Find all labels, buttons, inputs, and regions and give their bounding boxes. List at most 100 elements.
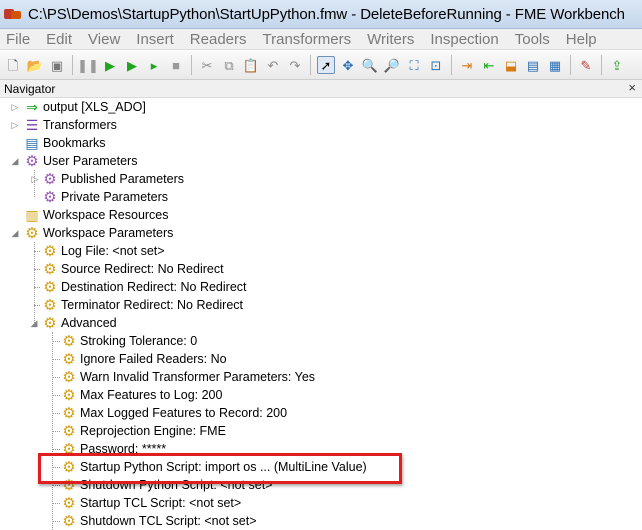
menu-writers[interactable]: Writers [359, 31, 422, 48]
tree-item-terminator-redirect[interactable]: ⚙ Terminator Redirect: No Redirect [42, 296, 243, 314]
undo-icon[interactable]: ↶ [264, 56, 282, 74]
tree-item-transformers[interactable]: ☰ Transformers [24, 116, 117, 134]
menu-view[interactable]: View [80, 31, 128, 48]
tree-item-label: Workspace Parameters [43, 226, 174, 240]
tree-item-label: Transformers [43, 118, 117, 132]
tree-item-advanced[interactable]: ⚙ Advanced [42, 314, 117, 332]
menu-tools[interactable]: Tools [507, 31, 558, 48]
gear-icon: ⚙ [43, 296, 57, 314]
menu-file[interactable]: File [0, 31, 38, 48]
stop-icon[interactable]: ■ [167, 56, 185, 74]
tree-item-label: Bookmarks [43, 136, 106, 150]
tree-item-user-parameters[interactable]: ⚙ User Parameters [24, 152, 137, 170]
tree-item-label: Ignore Failed Readers: No [80, 352, 227, 366]
menu-readers[interactable]: Readers [182, 31, 255, 48]
fme-app-icon[interactable] [4, 7, 22, 21]
tree-item-stroking-tolerance[interactable]: ⚙ Stroking Tolerance: 0 [61, 332, 197, 350]
save-icon[interactable]: ▣ [48, 56, 66, 74]
tree-item-reprojection-engine[interactable]: ⚙ Reprojection Engine: FME [61, 422, 226, 440]
options-icon[interactable]: ✎ [577, 56, 595, 74]
collapse-arrow-icon[interactable]: ◢ [29, 314, 39, 332]
collapse-arrow-icon[interactable]: ◢ [10, 152, 20, 170]
paste-icon[interactable]: 📋 [242, 56, 260, 74]
gear-icon: ⚙ [43, 260, 57, 278]
gear-icon: ⚙ [43, 242, 57, 260]
gear-icon: ⚙ [62, 350, 76, 368]
resources-icon: ▥ [25, 207, 39, 223]
run-partial-icon[interactable]: ▸ [145, 56, 163, 74]
select-icon[interactable]: ➚ [317, 56, 335, 74]
toolbar-separator [570, 55, 571, 75]
pause-icon[interactable]: ❚❚ [77, 56, 99, 74]
run-icon[interactable]: ▶ [101, 56, 119, 74]
copy-icon[interactable]: ⧉ [220, 56, 238, 74]
grid-icon[interactable]: ▦ [546, 56, 564, 74]
collapse-arrow-icon[interactable]: ◢ [10, 224, 20, 242]
toolbar-separator [601, 55, 602, 75]
reader-icon[interactable]: ⇥ [458, 56, 476, 74]
tree-connector [34, 251, 40, 252]
tree-item-shutdown-tcl[interactable]: ⚙ Shutdown TCL Script: <not set> [61, 512, 257, 530]
tree-item-label: Shutdown TCL Script: <not set> [80, 514, 257, 528]
toolbar-separator [310, 55, 311, 75]
new-icon[interactable]: 🗋 [4, 56, 22, 74]
tree-item-max-features-log[interactable]: ⚙ Max Features to Log: 200 [61, 386, 222, 404]
menu-edit[interactable]: Edit [38, 31, 80, 48]
gear-icon: ⚙ [43, 170, 57, 188]
tree-item-label: User Parameters [43, 154, 138, 168]
close-icon[interactable]: × [628, 80, 636, 95]
tree-item-log-file[interactable]: ⚙ Log File: <not set> [42, 242, 164, 260]
gear-icon: ⚙ [62, 386, 76, 404]
tree-item-destination-redirect[interactable]: ⚙ Destination Redirect: No Redirect [42, 278, 246, 296]
tree-item-max-logged-features[interactable]: ⚙ Max Logged Features to Record: 200 [61, 404, 287, 422]
expand-arrow-icon[interactable]: ▷ [10, 98, 20, 116]
run-step-icon[interactable]: ▶ [123, 56, 141, 74]
menu-insert[interactable]: Insert [128, 31, 182, 48]
feature-type-icon[interactable]: ⬓ [502, 56, 520, 74]
tree-item-bookmarks[interactable]: ▤ Bookmarks [24, 134, 106, 152]
gear-icon: ⚙ [62, 332, 76, 350]
transformers-icon: ☰ [25, 117, 39, 133]
zoom-fit-icon[interactable]: ⛶ [405, 56, 423, 74]
tree-item-published-parameters[interactable]: ⚙ Published Parameters [42, 170, 184, 188]
navigator-title: Navigator [4, 82, 56, 96]
gear-icon: ⚙ [43, 278, 57, 296]
open-icon[interactable]: 📂 [26, 56, 44, 74]
tree-item-warn-invalid[interactable]: ⚙ Warn Invalid Transformer Parameters: Y… [61, 368, 315, 386]
zoom-in-icon[interactable]: 🔍 [361, 56, 379, 74]
tree-item-startup-tcl[interactable]: ⚙ Startup TCL Script: <not set> [61, 494, 241, 512]
menu-help[interactable]: Help [558, 31, 605, 48]
tree-connector [52, 485, 60, 486]
tree-connector [52, 521, 60, 522]
redo-icon[interactable]: ↷ [286, 56, 304, 74]
tree-item-label: Startup TCL Script: <not set> [80, 496, 242, 510]
gear-icon: ⚙ [43, 314, 57, 332]
toolbar-separator [72, 55, 73, 75]
tree-item-ignore-failed-readers[interactable]: ⚙ Ignore Failed Readers: No [61, 350, 227, 368]
tree-item-label: Workspace Resources [43, 208, 169, 222]
toolbar-separator [191, 55, 192, 75]
cut-icon[interactable]: ✂ [198, 56, 216, 74]
tree-item-workspace-resources[interactable]: ▥ Workspace Resources [24, 206, 169, 224]
writer-icon[interactable]: ⇤ [480, 56, 498, 74]
navigator-header: Navigator × [0, 80, 642, 98]
expand-arrow-icon[interactable]: ▷ [30, 170, 40, 188]
tree-item-private-parameters[interactable]: ⚙ Private Parameters [42, 188, 168, 206]
zoom-out-icon[interactable]: 🔎 [383, 56, 401, 74]
tree-connector [34, 305, 40, 306]
menu-transformers[interactable]: Transformers [255, 31, 360, 48]
tree-connector [34, 287, 40, 288]
pan-icon[interactable]: ✥ [339, 56, 357, 74]
tree-connector [52, 431, 60, 432]
tree-item-output[interactable]: ⇒ output [XLS_ADO] [24, 98, 146, 116]
tree-connector [34, 269, 40, 270]
publish-icon[interactable]: ⇪ [608, 56, 626, 74]
bookmark-icon[interactable]: ▤ [524, 56, 542, 74]
gear-icon: ⚙ [62, 368, 76, 386]
menu-inspection[interactable]: Inspection [422, 31, 506, 48]
tree-item-label: Advanced [61, 316, 117, 330]
expand-arrow-icon[interactable]: ▷ [10, 116, 20, 134]
zoom-selected-icon[interactable]: ⊡ [427, 56, 445, 74]
tree-item-workspace-parameters[interactable]: ⚙ Workspace Parameters [24, 224, 173, 242]
tree-item-source-redirect[interactable]: ⚙ Source Redirect: No Redirect [42, 260, 223, 278]
